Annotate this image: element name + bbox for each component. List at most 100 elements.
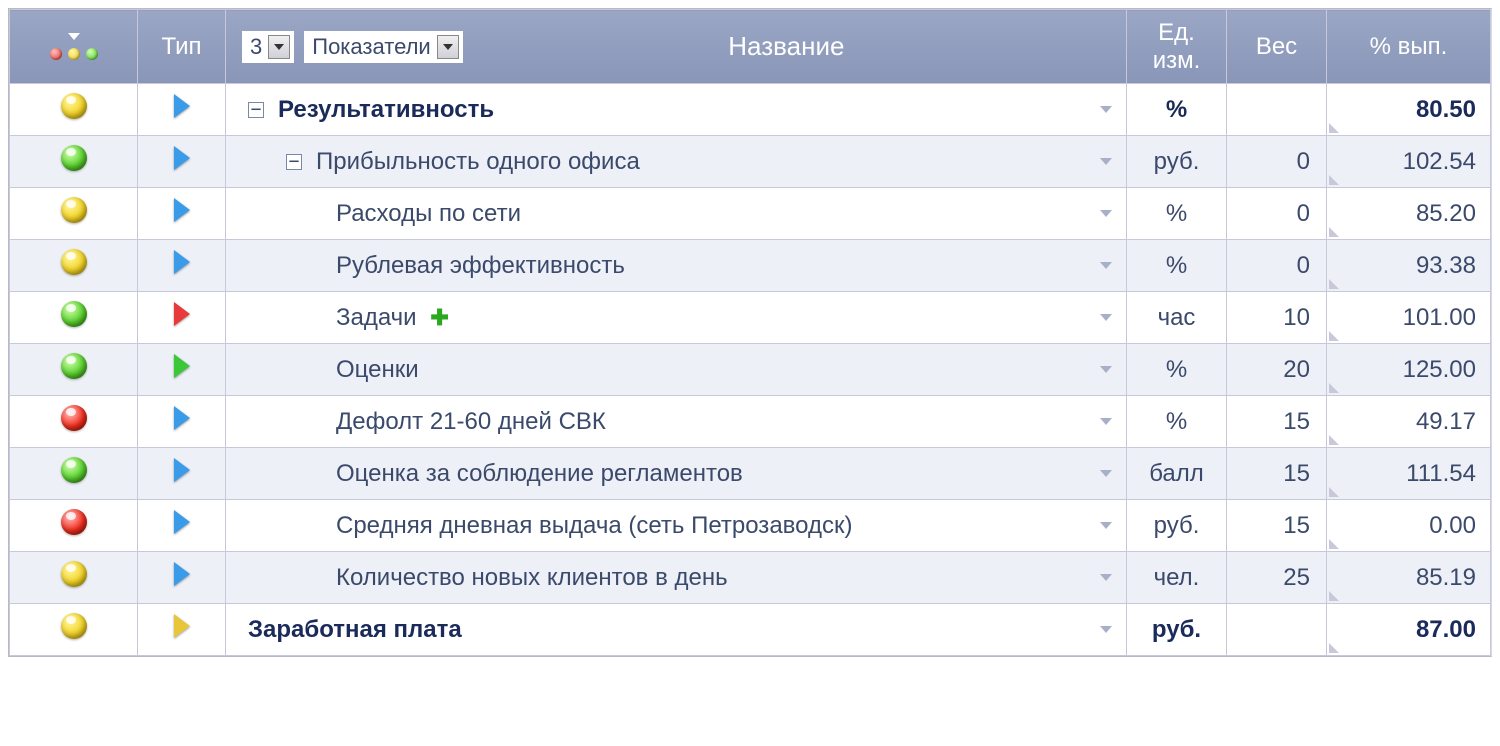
table-row[interactable]: Рублевая эффективность%093.38: [10, 240, 1491, 292]
table-row[interactable]: Задачи✚час10101.00: [10, 292, 1491, 344]
table-row[interactable]: Заработная платаруб.87.00: [10, 604, 1491, 656]
type-yellow-icon: [174, 614, 190, 638]
table-row[interactable]: −Прибыльность одного офисаруб.0102.54: [10, 136, 1491, 188]
status-red-icon: [61, 405, 87, 431]
weight-cell: [1227, 604, 1327, 656]
dropdown-button-icon[interactable]: [437, 35, 459, 59]
status-cell: [10, 188, 138, 240]
header-unit[interactable]: Ед. изм.: [1127, 10, 1227, 84]
weight-cell: 15: [1227, 448, 1327, 500]
weight-cell: [1227, 84, 1327, 136]
header-status[interactable]: [10, 10, 138, 84]
pct-cell: 85.19: [1327, 552, 1491, 604]
header-type[interactable]: Тип: [138, 10, 226, 84]
status-cell: [10, 448, 138, 500]
header-weight[interactable]: Вес: [1227, 10, 1327, 84]
type-cell: [138, 240, 226, 292]
view-select-value: Показатели: [312, 34, 430, 60]
table-row[interactable]: Расходы по сети%085.20: [10, 188, 1491, 240]
kpi-table: Тип 3 Показатели Название: [9, 9, 1491, 656]
row-name: Средняя дневная выдача (сеть Петрозаводс…: [336, 512, 1100, 540]
type-blue-icon: [174, 458, 190, 482]
unit-cell: руб.: [1127, 500, 1227, 552]
status-cell: [10, 552, 138, 604]
status-yellow-icon: [61, 249, 87, 275]
type-blue-icon: [174, 406, 190, 430]
table-row[interactable]: Дефолт 21-60 дней СВК%1549.17: [10, 396, 1491, 448]
table-body: −Результативность%80.50−Прибыльность одн…: [10, 84, 1491, 656]
row-name: Оценка за соблюдение регламентов: [336, 460, 1100, 488]
type-red-icon: [174, 302, 190, 326]
chevron-down-icon[interactable]: [1100, 158, 1112, 165]
row-name: Количество новых клиентов в день: [336, 564, 1100, 592]
level-select[interactable]: 3: [242, 31, 294, 63]
type-green-icon: [174, 354, 190, 378]
resize-corner-icon: [1329, 175, 1339, 185]
type-blue-icon: [174, 510, 190, 534]
collapse-icon[interactable]: −: [248, 102, 264, 118]
resize-corner-icon: [1329, 123, 1339, 133]
unit-cell: балл: [1127, 448, 1227, 500]
resize-corner-icon: [1329, 591, 1339, 601]
status-red-icon: [61, 509, 87, 535]
chevron-down-icon[interactable]: [68, 33, 80, 40]
header-name: 3 Показатели Название: [226, 10, 1127, 84]
type-cell: [138, 396, 226, 448]
header-pct[interactable]: % вып.: [1327, 10, 1491, 84]
type-blue-icon: [174, 94, 190, 118]
resize-corner-icon: [1329, 279, 1339, 289]
resize-corner-icon: [1329, 435, 1339, 445]
collapse-icon[interactable]: −: [286, 154, 302, 170]
status-yellow-icon: [61, 93, 87, 119]
name-cell: Расходы по сети: [226, 188, 1127, 240]
chevron-down-icon[interactable]: [1100, 210, 1112, 217]
status-yellow-icon: [61, 561, 87, 587]
status-cell: [10, 84, 138, 136]
row-name: Результативность: [278, 96, 1100, 124]
weight-cell: 0: [1227, 240, 1327, 292]
level-select-value: 3: [250, 34, 262, 60]
name-cell: Задачи✚: [226, 292, 1127, 344]
chevron-down-icon[interactable]: [1100, 522, 1112, 529]
type-cell: [138, 84, 226, 136]
pct-cell: 101.00: [1327, 292, 1491, 344]
resize-corner-icon: [1329, 539, 1339, 549]
name-cell: −Результативность: [226, 84, 1127, 136]
weight-cell: 15: [1227, 500, 1327, 552]
status-cell: [10, 396, 138, 448]
chevron-down-icon[interactable]: [1100, 574, 1112, 581]
chevron-down-icon[interactable]: [1100, 262, 1112, 269]
row-name: Расходы по сети: [336, 200, 1100, 228]
unit-cell: руб.: [1127, 136, 1227, 188]
chevron-down-icon[interactable]: [1100, 626, 1112, 633]
table-row[interactable]: Средняя дневная выдача (сеть Петрозаводс…: [10, 500, 1491, 552]
view-select[interactable]: Показатели: [304, 31, 462, 63]
dropdown-button-icon[interactable]: [268, 35, 290, 59]
weight-cell: 20: [1227, 344, 1327, 396]
type-cell: [138, 552, 226, 604]
resize-corner-icon: [1329, 643, 1339, 653]
pct-cell: 125.00: [1327, 344, 1491, 396]
pct-cell: 102.54: [1327, 136, 1491, 188]
table-row[interactable]: Количество новых клиентов в деньчел.2585…: [10, 552, 1491, 604]
table-row[interactable]: Оценка за соблюдение регламентовбалл1511…: [10, 448, 1491, 500]
type-cell: [138, 136, 226, 188]
unit-cell: руб.: [1127, 604, 1227, 656]
chevron-down-icon[interactable]: [1100, 106, 1112, 113]
unit-cell: %: [1127, 240, 1227, 292]
chevron-down-icon[interactable]: [1100, 418, 1112, 425]
status-cell: [10, 240, 138, 292]
chevron-down-icon[interactable]: [1100, 366, 1112, 373]
type-cell: [138, 188, 226, 240]
table-row[interactable]: Оценки%20125.00: [10, 344, 1491, 396]
table-row[interactable]: −Результативность%80.50: [10, 84, 1491, 136]
chevron-down-icon[interactable]: [1100, 470, 1112, 477]
resize-corner-icon: [1329, 227, 1339, 237]
name-cell: Количество новых клиентов в день: [226, 552, 1127, 604]
unit-cell: %: [1127, 344, 1227, 396]
add-icon[interactable]: ✚: [431, 308, 449, 326]
unit-cell: %: [1127, 396, 1227, 448]
chevron-down-icon[interactable]: [1100, 314, 1112, 321]
type-cell: [138, 292, 226, 344]
row-name: Прибыльность одного офиса: [316, 148, 1100, 176]
